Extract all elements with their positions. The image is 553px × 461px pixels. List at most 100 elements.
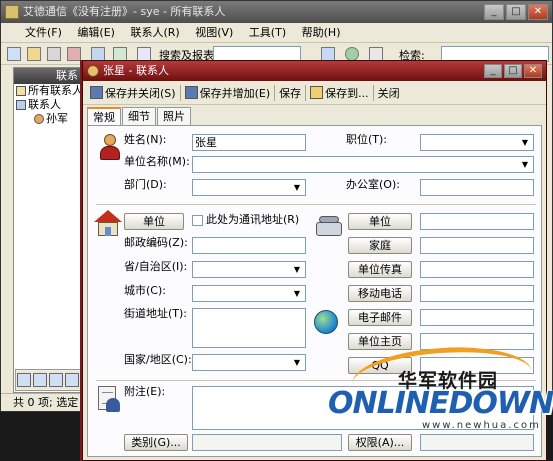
phone-home-button[interactable]: 家庭	[348, 237, 412, 254]
business-fax-button[interactable]: 单位传真	[348, 261, 412, 278]
permission-input[interactable]	[420, 434, 534, 451]
phone-home-input[interactable]	[420, 237, 534, 254]
chevron-down-icon: ▼	[293, 289, 301, 298]
email-button[interactable]: 电子邮件	[348, 309, 412, 326]
app-icon	[5, 5, 19, 19]
list-view-icon[interactable]	[49, 373, 63, 387]
globe-icon	[314, 310, 340, 336]
chevron-down-icon: ▼	[293, 265, 301, 274]
category-input[interactable]	[192, 434, 342, 451]
menu-help[interactable]: 帮助(H)	[296, 23, 347, 43]
save-to-button[interactable]: 保存到...	[307, 83, 372, 103]
save-icon	[90, 86, 103, 99]
menu-tools[interactable]: 工具(T)	[243, 23, 292, 43]
folder-icon	[310, 86, 324, 99]
address-type-button[interactable]: 单位	[124, 213, 184, 230]
dialog-close-button[interactable]: ✕	[524, 64, 542, 78]
save-button[interactable]: 保存	[276, 83, 304, 103]
mobile-phone-button[interactable]: 移动电话	[348, 285, 412, 302]
close-dialog-button[interactable]: 关闭	[375, 83, 403, 103]
tab-general[interactable]: 常规	[87, 107, 121, 126]
tree-item-label: 孙军	[46, 112, 68, 125]
house-icon	[94, 210, 122, 238]
email-input[interactable]	[420, 309, 534, 326]
save-add-icon	[184, 86, 198, 99]
title-combo[interactable]: ▼	[420, 134, 534, 151]
chevron-down-icon: ▼	[293, 183, 301, 192]
close-button[interactable]: ✕	[528, 4, 548, 20]
print-icon[interactable]	[47, 47, 61, 61]
toolbar-separator	[274, 84, 276, 101]
category-button[interactable]: 类别(G)...	[124, 434, 188, 451]
view-icon[interactable]	[113, 47, 127, 61]
phone-business-button[interactable]: 单位	[348, 213, 412, 230]
menu-file[interactable]: 文件(F)	[19, 23, 68, 43]
tree-item-contacts[interactable]: 联系人	[14, 98, 82, 112]
person-icon	[34, 114, 44, 124]
minimize-button[interactable]: _	[484, 4, 504, 20]
phone-icon	[316, 214, 344, 238]
more-icon[interactable]	[369, 47, 383, 61]
save-add-button[interactable]: 保存并增加(E)	[182, 83, 274, 103]
business-fax-input[interactable]	[420, 261, 534, 278]
menu-edit[interactable]: 编辑(E)	[71, 23, 121, 43]
view-switcher	[15, 369, 83, 391]
report-icon[interactable]	[137, 47, 151, 61]
tree-item-label: 联系人	[28, 98, 61, 111]
open-icon[interactable]	[27, 47, 41, 61]
company-combo[interactable]: ▼	[192, 156, 534, 173]
permission-button[interactable]: 权限(A)...	[348, 434, 412, 451]
web-icon[interactable]	[345, 47, 359, 61]
phone-business-input[interactable]	[420, 213, 534, 230]
contacts-folder-icon	[16, 86, 26, 96]
tab-details[interactable]: 细节	[122, 107, 156, 125]
tree-item-sunjun[interactable]: 孙军	[14, 112, 82, 126]
main-window-title-bar[interactable]: 艾德通信《没有注册》- sye - 所有联系人 _ □ ✕	[1, 1, 552, 23]
main-window-title: 艾德通信《没有注册》- sye - 所有联系人	[23, 5, 226, 18]
save-add-label: 保存并增加(E)	[199, 86, 271, 100]
chevron-down-icon: ▼	[521, 138, 529, 147]
watermark-url: www.newhua.com	[422, 420, 541, 431]
tree-item-all-contacts[interactable]: 所有联系人	[14, 84, 83, 98]
move-icon[interactable]	[91, 47, 105, 61]
street-textarea[interactable]	[192, 308, 306, 348]
province-combo[interactable]: ▼	[192, 261, 306, 278]
mailing-address-checkbox[interactable]	[192, 215, 203, 226]
dialog-maximize-button[interactable]: □	[504, 64, 522, 78]
name-input[interactable]: 张星	[192, 134, 306, 151]
city-combo[interactable]: ▼	[192, 285, 306, 302]
menu-view[interactable]: 视图(V)	[189, 23, 239, 43]
toolbar-separator	[372, 84, 374, 101]
province-label: 省/自治区(I):	[124, 260, 188, 273]
calendar-view-icon[interactable]	[33, 373, 47, 387]
settings-view-icon[interactable]	[65, 373, 79, 387]
dialog-title-bar[interactable]: 张星 - 联系人 _ □ ✕	[83, 61, 546, 81]
office-input[interactable]	[420, 179, 534, 196]
save-label: 保存	[279, 86, 302, 100]
save-to-label: 保存到...	[325, 86, 369, 100]
contacts-view-icon[interactable]	[17, 373, 31, 387]
chevron-down-icon: ▼	[293, 358, 301, 367]
dialog-toolbar: 保存并关闭(S) 保存并增加(E) 保存 保存到... 关闭	[83, 81, 546, 105]
country-combo[interactable]: ▼	[192, 354, 306, 371]
tab-photo[interactable]: 照片	[157, 107, 191, 125]
section-divider	[96, 204, 536, 205]
dialog-minimize-button[interactable]: _	[484, 64, 502, 78]
menu-contacts[interactable]: 联系人(R)	[124, 23, 185, 43]
contact-card-icon	[87, 65, 99, 77]
notes-icon	[96, 386, 122, 414]
name-label: 姓名(N):	[124, 133, 167, 146]
department-combo[interactable]: ▼	[192, 179, 306, 196]
save-close-button[interactable]: 保存并关闭(S)	[87, 83, 179, 103]
maximize-button[interactable]: □	[506, 4, 526, 20]
notes-label: 附注(E):	[124, 385, 166, 398]
word-icon[interactable]	[321, 47, 335, 61]
tree-item-label: 所有联系人	[28, 84, 83, 97]
delete-icon[interactable]	[67, 47, 81, 61]
new-contact-icon[interactable]	[7, 47, 21, 61]
postal-code-input[interactable]	[192, 237, 306, 254]
mobile-phone-input[interactable]	[420, 285, 534, 302]
status-bar: 共 0 项; 选定	[1, 393, 83, 411]
person-icon	[98, 134, 122, 162]
folder-tree-header: 联系	[14, 68, 82, 84]
